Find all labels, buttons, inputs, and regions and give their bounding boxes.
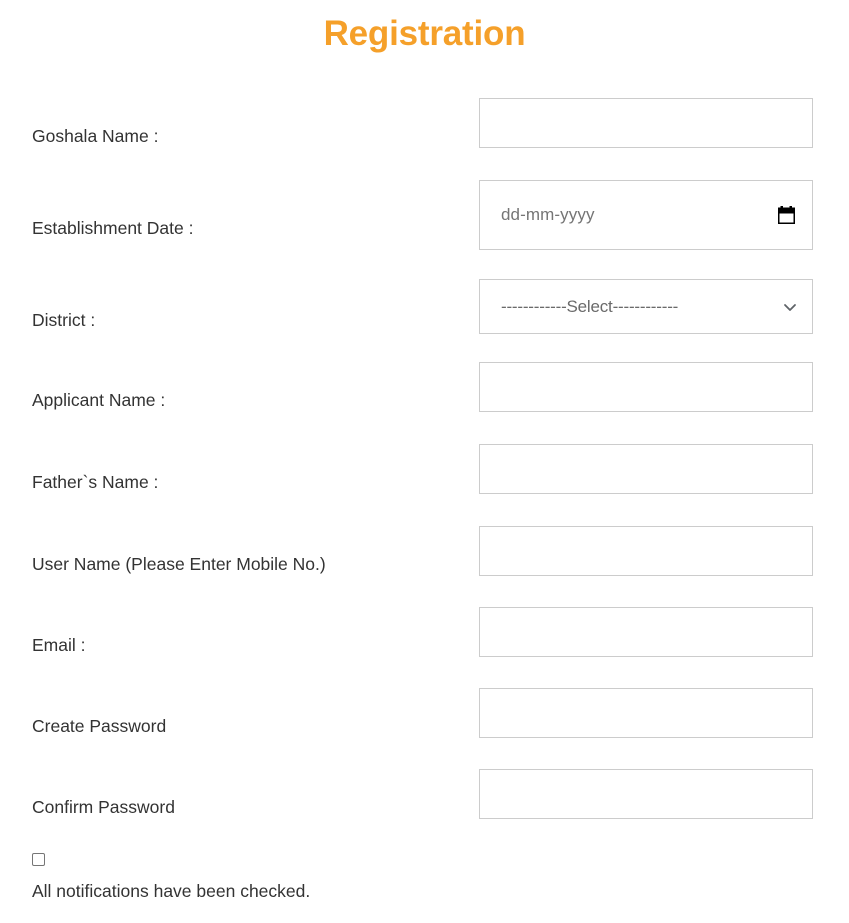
label-applicant-name: Applicant Name :	[32, 390, 166, 410]
label-goshala-name: Goshala Name :	[32, 126, 159, 146]
label-confirm-password: Confirm Password	[32, 797, 175, 817]
notifications-checkbox-block: All notifications have been checked.	[32, 853, 532, 902]
chevron-down-icon[interactable]	[783, 300, 797, 314]
select-district[interactable]: ------------Select------------	[479, 279, 813, 334]
input-establishment-date[interactable]: dd-mm-yyyy	[479, 180, 813, 250]
input-applicant-name[interactable]	[479, 362, 813, 412]
input-goshala-name[interactable]	[479, 98, 813, 148]
label-email: Email :	[32, 635, 86, 655]
input-fathers-name[interactable]	[479, 444, 813, 494]
input-user-name[interactable]	[479, 526, 813, 576]
label-fathers-name: Father`s Name :	[32, 472, 159, 492]
input-email[interactable]	[479, 607, 813, 657]
label-district: District :	[32, 310, 96, 330]
notifications-checkbox[interactable]	[32, 853, 45, 866]
label-create-password: Create Password	[32, 716, 167, 736]
label-establishment-date: Establishment Date :	[32, 218, 194, 238]
registration-form: Goshala Name : Establishment Date : dd-m…	[0, 0, 849, 923]
input-create-password[interactable]	[479, 688, 813, 738]
label-user-name: User Name (Please Enter Mobile No.)	[32, 554, 326, 574]
notifications-checkbox-label: All notifications have been checked.	[32, 881, 311, 901]
date-placeholder: dd-mm-yyyy	[501, 205, 595, 224]
calendar-icon[interactable]	[778, 206, 795, 224]
select-district-value: ------------Select------------	[501, 296, 679, 316]
input-confirm-password[interactable]	[479, 769, 813, 819]
